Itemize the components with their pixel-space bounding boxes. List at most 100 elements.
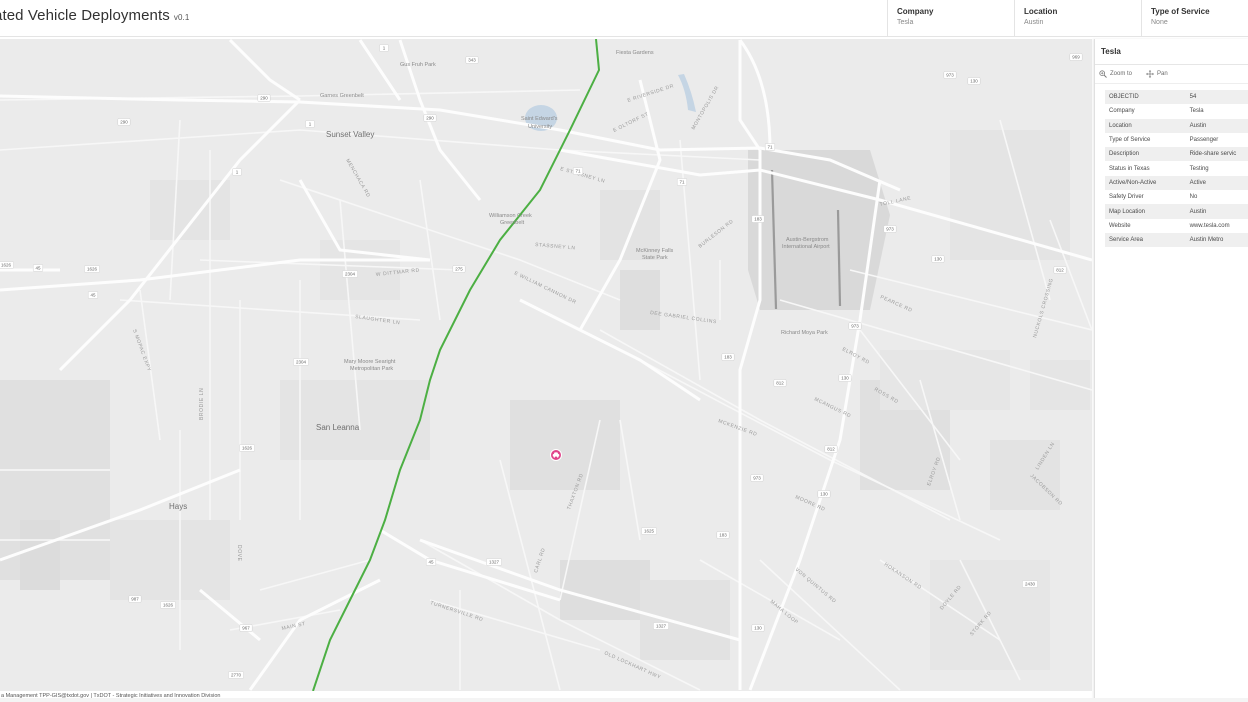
- attribute-key: Company: [1105, 104, 1186, 119]
- map-view[interactable]: Sunset Valley San Leanna Hays Saint Edwa…: [0, 39, 1092, 691]
- deployment-marker[interactable]: [550, 449, 562, 461]
- service-type-filter-value: None: [1151, 19, 1168, 26]
- highway-shield: 973: [750, 474, 764, 482]
- highway-shield: 71: [676, 178, 688, 186]
- attribute-key: Type of Service: [1105, 132, 1186, 148]
- highway-shield-label: 969: [1072, 55, 1080, 60]
- highway-shield-label: 973: [886, 227, 894, 232]
- highway-shield: 1626: [239, 444, 255, 452]
- attribute-key: Map Location: [1105, 204, 1186, 219]
- attribute-key: OBJECTID: [1105, 90, 1186, 105]
- attribute-row: Description Ride-share servic: [1105, 147, 1248, 162]
- highway-shield-label: 290: [260, 96, 268, 101]
- attribute-row: Type of Service Passenger: [1105, 132, 1248, 148]
- highway-shield-label: 2304: [296, 360, 307, 365]
- attribute-key: Location: [1105, 118, 1186, 133]
- san-leanna-label: San Leanna: [316, 423, 360, 432]
- app-title: ated Vehicle Deployments v0.1: [0, 7, 189, 24]
- highway-shield: 969: [1069, 53, 1083, 61]
- attribute-value: Austin Metro: [1185, 232, 1248, 248]
- highway-shield-label: 973: [753, 476, 761, 481]
- attribute-key: Description: [1105, 147, 1186, 162]
- highway-shield: 183: [721, 353, 735, 361]
- highway-shield-label: 1327: [656, 624, 667, 629]
- company-filter[interactable]: Company Tesla: [887, 0, 1014, 36]
- highway-shield: 343: [465, 56, 479, 64]
- highway-shield-label: 2430: [1025, 582, 1036, 587]
- highway-shield: 987: [128, 595, 142, 603]
- attribute-value: Passenger: [1185, 132, 1248, 148]
- highway-shield: 290: [117, 118, 131, 126]
- highway-shield: 183: [716, 531, 730, 539]
- highway-shield-label: 130: [970, 79, 978, 84]
- highway-shield-label: 290: [120, 120, 128, 125]
- highway-shield: 2304: [342, 270, 358, 278]
- gus-fruh-label: Gus Fruh Park: [400, 62, 436, 68]
- highway-shield-label: 183: [754, 217, 762, 222]
- fiesta-label: Fiesta Gardens: [616, 50, 654, 56]
- highway-shield-label: 183: [724, 355, 732, 360]
- airport-label-1: Austin-Bergstrom: [786, 237, 829, 243]
- highway-shield-label: 1625: [644, 529, 655, 534]
- attribute-value: 54: [1185, 90, 1248, 105]
- attribute-row: Status in Texas Testing: [1105, 161, 1248, 176]
- location-filter[interactable]: Location Austin: [1014, 0, 1141, 36]
- location-filter-value: Austin: [1024, 19, 1044, 26]
- highway-shield-label: 1626: [242, 446, 253, 451]
- highway-shield: 45: [425, 558, 437, 566]
- attribute-value: www.tesla.com: [1185, 218, 1248, 233]
- highway-shield-label: 71: [767, 145, 773, 150]
- highway-shield-label: 183: [719, 533, 727, 538]
- airport-area: [748, 150, 890, 310]
- attribute-value: Active: [1185, 175, 1248, 191]
- service-type-filter-label: Type of Service: [1151, 7, 1210, 16]
- pan-button[interactable]: Pan: [1146, 68, 1168, 80]
- airport-label-2: International Airport: [782, 244, 830, 250]
- app-title-text: ated Vehicle Deployments: [0, 7, 170, 24]
- attribute-row: Safety Driver No: [1105, 190, 1248, 205]
- st-edwards-label-1: Saint Edward's: [521, 116, 558, 122]
- highway-shield: 1: [305, 120, 315, 128]
- attribute-key: Website: [1105, 218, 1186, 233]
- highway-shield-label: 1626: [87, 267, 98, 272]
- highway-shield: 1626: [160, 601, 176, 609]
- highway-shield: 130: [838, 374, 852, 382]
- attribute-row: Website www.tesla.com: [1105, 218, 1248, 233]
- richard-moya-label: Richard Moya Park: [781, 330, 828, 336]
- app-version: v0.1: [173, 13, 190, 22]
- highway-shield-label: 343: [468, 58, 476, 63]
- basemap: Sunset Valley San Leanna Hays Saint Edwa…: [0, 39, 1092, 691]
- highway-shield: 1626: [84, 265, 100, 273]
- highway-shield-label: 130: [934, 257, 942, 262]
- location-filter-label: Location: [1024, 7, 1058, 16]
- zoom-to-label: Zoom to: [1110, 71, 1133, 77]
- attribute-row: Company Tesla: [1105, 104, 1248, 119]
- highway-shield-label: 71: [575, 169, 581, 174]
- service-type-filter[interactable]: Type of Service None: [1141, 0, 1248, 36]
- app-header: ated Vehicle Deployments v0.1 Company Tes…: [0, 0, 1248, 37]
- highway-shield: 130: [967, 77, 981, 85]
- highway-shield: 183: [751, 215, 765, 223]
- highway-shield-label: 1626: [1, 263, 12, 268]
- highway-shield-label: 130: [754, 626, 762, 631]
- company-filter-label: Company: [897, 7, 934, 16]
- highway-shield-label: 2304: [345, 272, 356, 277]
- highway-shield-label: 290: [426, 116, 434, 121]
- highway-shield: 290: [423, 114, 437, 122]
- attribute-row: Active/Non-Active Active: [1105, 175, 1248, 191]
- highway-shield-label: 987: [131, 597, 139, 602]
- attribute-value: No: [1185, 190, 1248, 205]
- attribute-row: Map Location Austin: [1105, 204, 1248, 219]
- zoom-to-button[interactable]: Zoom to: [1099, 68, 1132, 80]
- highway-shield: 45: [87, 291, 99, 299]
- attribute-value: Ride-share servic: [1185, 147, 1248, 162]
- attribute-key: Status in Texas: [1105, 161, 1186, 176]
- highway-shield-label: 812: [1056, 268, 1064, 273]
- st-edwards-label-2: University: [528, 124, 552, 130]
- attribute-row: OBJECTID 54: [1105, 90, 1248, 105]
- highway-shield: 2430: [1022, 580, 1038, 588]
- attribute-row: Location Austin: [1105, 118, 1248, 133]
- feature-info-panel: Tesla Zoom to Pan OBJECTID 54 Company Tesla…: [1094, 39, 1248, 702]
- highway-shield-label: 973: [851, 324, 859, 329]
- highway-shield-label: 967: [242, 626, 250, 631]
